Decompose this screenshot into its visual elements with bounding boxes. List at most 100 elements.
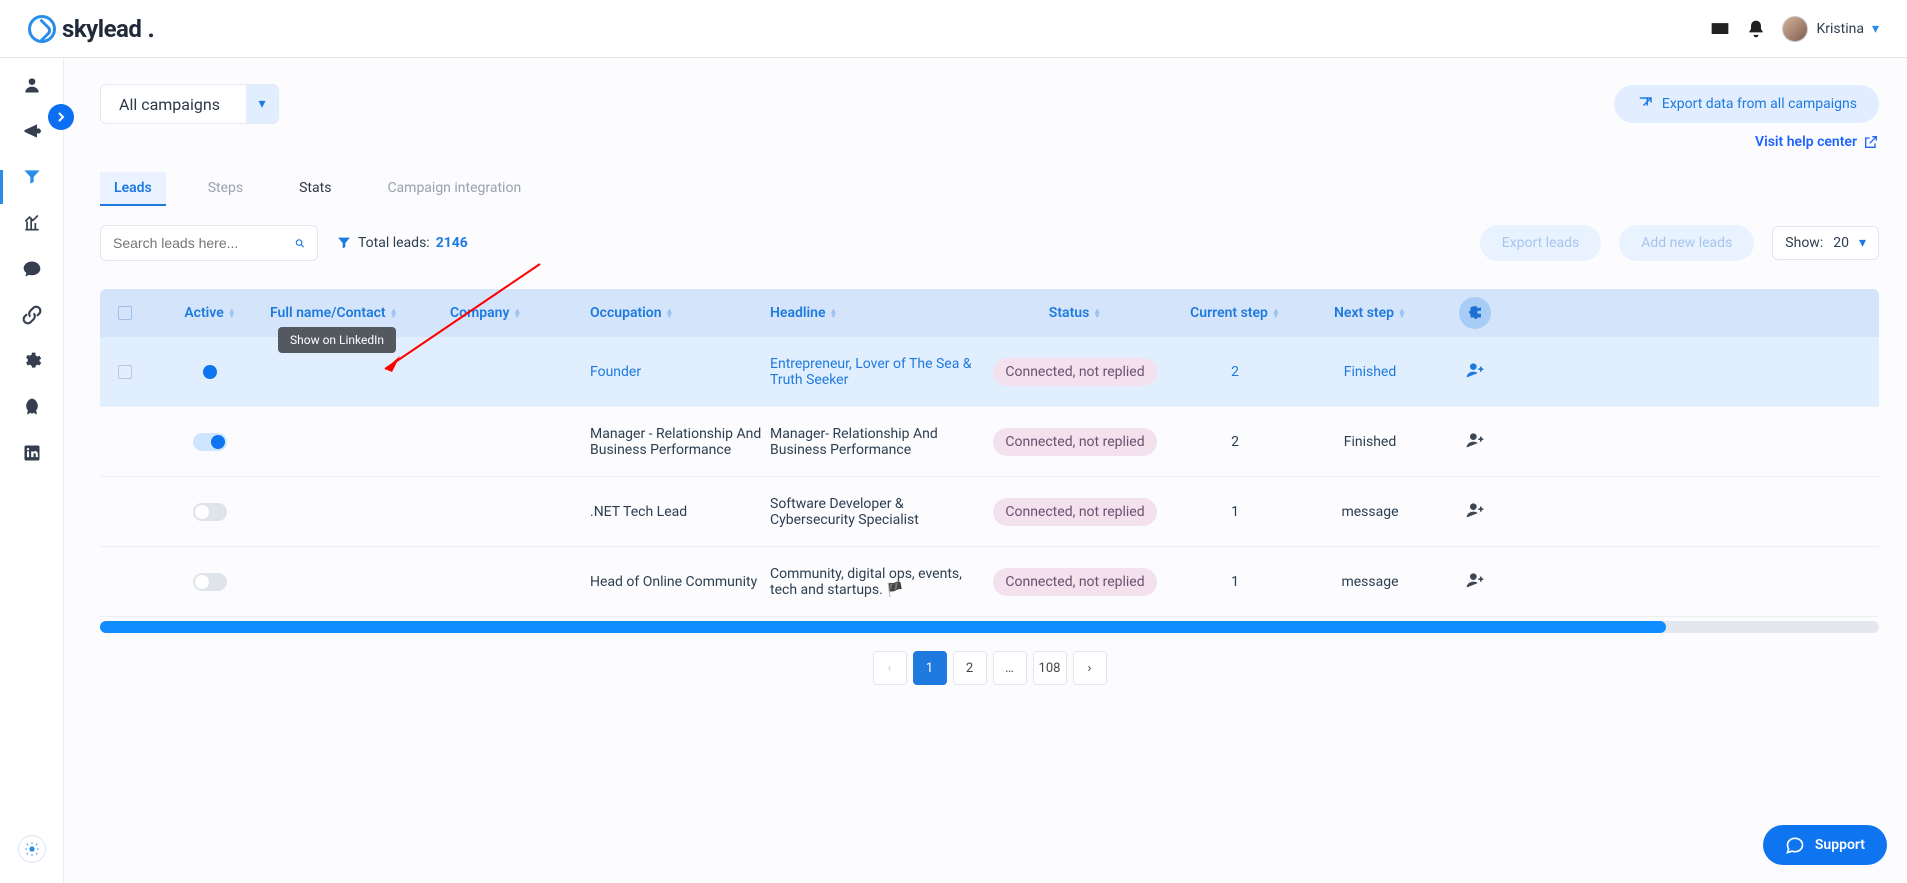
sidebar-active-indicator [0, 170, 3, 204]
status-badge: Connected, not replied [993, 568, 1156, 596]
page-next-button[interactable]: › [1073, 651, 1107, 685]
row-checkbox[interactable] [118, 365, 132, 379]
export-data-label: Export data from all campaigns [1662, 96, 1857, 112]
filter-icon [336, 235, 352, 251]
page-last-button[interactable]: 108 [1033, 651, 1067, 685]
active-indicator[interactable] [203, 365, 217, 379]
sidebar-item-reports[interactable] [21, 212, 43, 234]
puzzle-icon[interactable] [1459, 297, 1491, 329]
help-center-label: Visit help center [1755, 134, 1857, 150]
sidebar [0, 58, 64, 883]
active-toggle[interactable] [193, 573, 227, 591]
table-row[interactable]: Manager - Relationship And Business Perf… [100, 407, 1879, 477]
page-prev-button[interactable]: ‹ [873, 651, 907, 685]
top-bar: skylead. Kristina ▾ [0, 0, 1907, 58]
add-connection-icon[interactable] [1465, 500, 1485, 524]
bell-icon[interactable] [1746, 19, 1766, 39]
sidebar-expand-button[interactable] [48, 104, 74, 130]
next-step: Finished [1300, 364, 1440, 380]
tab-steps[interactable]: Steps [194, 172, 257, 206]
lead-headline: Community, digital ops, events, tech and… [770, 566, 980, 598]
total-leads-label: Total leads: [358, 235, 430, 251]
pagination: ‹ 1 2 … 108 › [100, 651, 1879, 685]
tabs: Leads Steps Stats Campaign integration [100, 172, 1879, 207]
sidebar-item-settings[interactable] [21, 350, 43, 372]
lead-headline: Manager- Relationship And Business Perfo… [770, 426, 980, 458]
current-step: 2 [1170, 434, 1300, 450]
page-1-button[interactable]: 1 [913, 651, 947, 685]
sidebar-item-profile[interactable] [21, 74, 43, 96]
total-leads-value: 2146 [436, 235, 468, 251]
page-dots: … [993, 651, 1027, 685]
table-row[interactable]: Head of Online CommunityCommunity, digit… [100, 547, 1879, 617]
brand-logo[interactable]: skylead. [28, 14, 154, 44]
campaign-selector[interactable]: All campaigns ▾ [100, 84, 279, 124]
caret-down-icon: ▾ [1859, 235, 1866, 251]
total-leads: Total leads: 2146 [336, 235, 468, 251]
lead-occupation: Manager - Relationship And Business Perf… [590, 426, 770, 458]
table-row[interactable]: .NET Tech LeadSoftware Developer & Cyber… [100, 477, 1879, 547]
status-badge: Connected, not replied [993, 498, 1156, 526]
lead-occupation: .NET Tech Lead [590, 504, 770, 520]
current-step: 1 [1170, 504, 1300, 520]
add-connection-icon[interactable] [1465, 360, 1485, 384]
add-connection-icon[interactable] [1465, 570, 1485, 594]
lead-occupation: Head of Online Community [590, 574, 770, 590]
sidebar-item-linkedin[interactable] [21, 442, 43, 464]
username: Kristina [1816, 21, 1864, 37]
current-step: 2 [1170, 364, 1300, 380]
col-name[interactable]: Full name/Contact▲▼ [270, 305, 450, 321]
status-badge: Connected, not replied [993, 358, 1156, 386]
user-menu[interactable]: Kristina ▾ [1782, 16, 1879, 42]
select-all-checkbox[interactable] [118, 306, 132, 320]
sidebar-item-boost[interactable] [21, 396, 43, 418]
sidebar-item-leads[interactable] [21, 166, 43, 188]
support-label: Support [1815, 837, 1865, 853]
col-next-step[interactable]: Next step▲▼ [1300, 305, 1440, 321]
lead-headline: Software Developer & Cybersecurity Speci… [770, 496, 980, 528]
active-toggle[interactable] [193, 503, 227, 521]
active-toggle[interactable] [193, 433, 227, 451]
col-current-step[interactable]: Current step▲▼ [1170, 305, 1300, 321]
search-leads-input[interactable] [100, 225, 318, 261]
sidebar-item-integrations[interactable] [21, 304, 43, 326]
horizontal-scrollbar[interactable] [100, 621, 1879, 633]
caret-down-icon: ▾ [246, 85, 278, 123]
mail-icon[interactable] [1710, 19, 1730, 39]
col-status[interactable]: Status▲▼ [980, 305, 1170, 321]
col-occupation[interactable]: Occupation▲▼ [590, 305, 770, 321]
page-size-selector[interactable]: Show: 20 ▾ [1772, 226, 1879, 260]
next-step: Finished [1300, 434, 1440, 450]
export-data-button[interactable]: Export data from all campaigns [1614, 85, 1879, 123]
search-input-field[interactable] [113, 235, 294, 251]
lead-occupation[interactable]: Founder [590, 364, 641, 380]
show-label: Show: [1785, 235, 1823, 251]
linkedin-tooltip: Show on LinkedIn [278, 327, 396, 353]
lead-headline[interactable]: Entrepreneur, Lover of The Sea & Truth S… [770, 356, 972, 388]
tab-stats[interactable]: Stats [285, 172, 345, 206]
col-company[interactable]: Company▲▼ [450, 305, 590, 321]
next-step: message [1300, 504, 1440, 520]
tab-leads[interactable]: Leads [100, 172, 166, 206]
show-value: 20 [1833, 235, 1849, 251]
brand-logo-mark [28, 15, 56, 43]
search-icon [294, 234, 305, 252]
export-leads-button[interactable]: Export leads [1480, 225, 1601, 261]
current-step: 1 [1170, 574, 1300, 590]
help-center-link[interactable]: Visit help center [1755, 134, 1879, 150]
col-active[interactable]: Active▲▼ [150, 305, 270, 321]
avatar [1782, 16, 1808, 42]
support-button[interactable]: Support [1763, 825, 1887, 865]
brand-name: skylead [62, 15, 141, 43]
theme-toggle-button[interactable] [18, 835, 46, 863]
sidebar-item-campaigns[interactable] [21, 120, 43, 142]
add-new-leads-button[interactable]: Add new leads [1619, 225, 1754, 261]
tab-campaign-integration[interactable]: Campaign integration [373, 172, 535, 206]
add-connection-icon[interactable] [1465, 430, 1485, 454]
sidebar-item-chat[interactable] [21, 258, 43, 280]
col-headline[interactable]: Headline▲▼ [770, 305, 980, 321]
caret-down-icon: ▾ [1872, 21, 1879, 37]
status-badge: Connected, not replied [993, 428, 1156, 456]
main-panel: All campaigns ▾ Export data from all cam… [64, 58, 1907, 883]
page-2-button[interactable]: 2 [953, 651, 987, 685]
